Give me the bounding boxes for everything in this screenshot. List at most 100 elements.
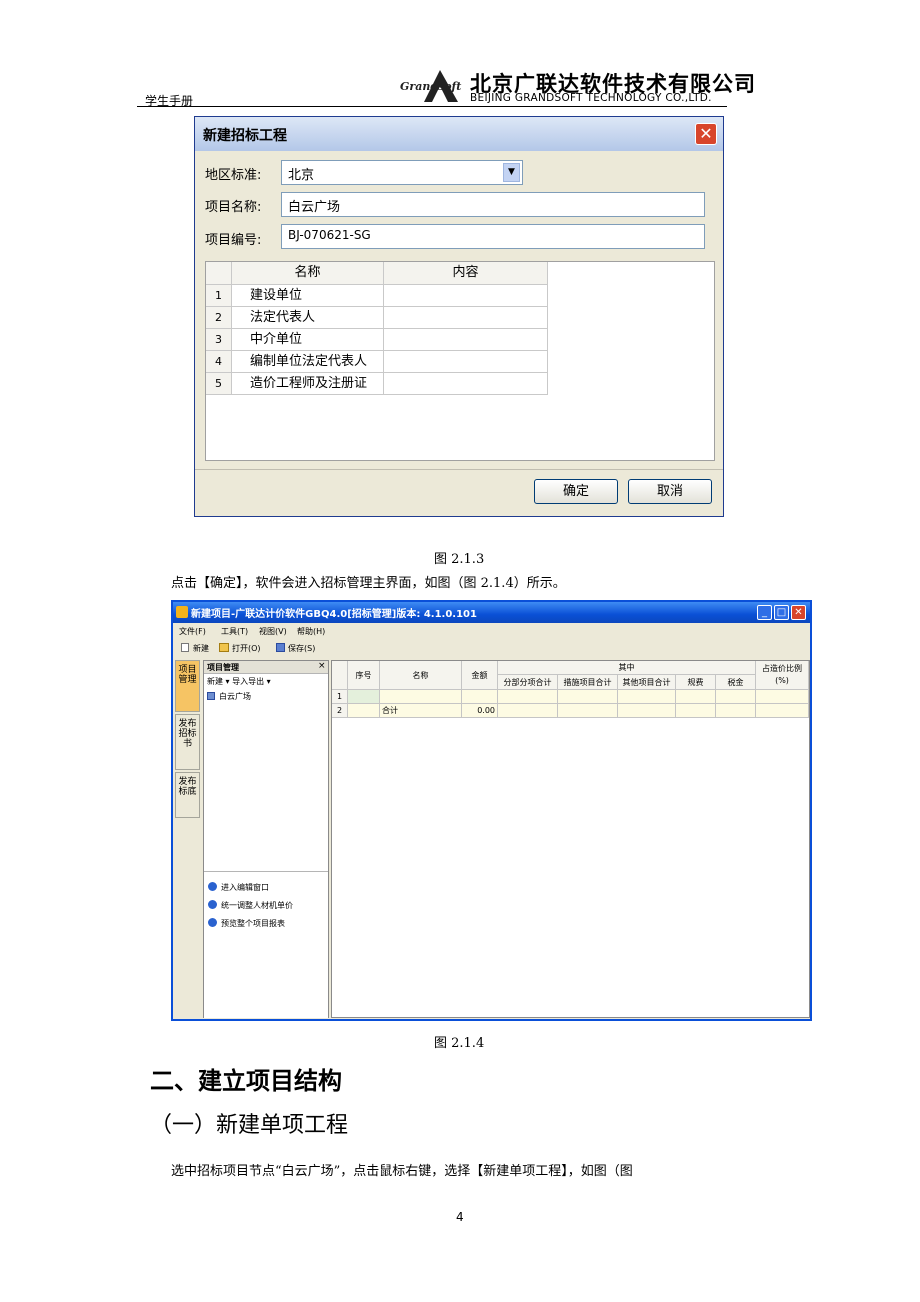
- row-number: 5: [206, 373, 232, 395]
- tab-publish-tender[interactable]: 发布招标书: [175, 714, 200, 770]
- region-label: 地区标准:: [205, 168, 262, 183]
- region-select[interactable]: 北京 ▼: [281, 160, 523, 185]
- project-node-icon: [207, 692, 215, 700]
- row-number: 3: [206, 329, 232, 351]
- project-name-input[interactable]: 白云广场: [281, 192, 705, 217]
- region-value: 北京: [288, 168, 315, 183]
- paragraph-2: 选中招标项目节点“白云广场”，点击鼠标右键，选择【新建单项工程】，如图（图: [171, 1164, 633, 1179]
- close-icon[interactable]: ×: [318, 661, 326, 671]
- cell-sub[interactable]: [676, 690, 716, 704]
- cell-ratio[interactable]: [756, 704, 809, 718]
- grid-header-name: 名称: [232, 262, 384, 285]
- close-icon[interactable]: ✕: [695, 123, 717, 145]
- open-button[interactable]: 打开(O): [232, 643, 261, 654]
- cell-ratio[interactable]: [756, 690, 809, 704]
- cell-sub[interactable]: [676, 704, 716, 718]
- task-arrow-icon: [208, 918, 217, 927]
- header-seq: 序号: [348, 661, 380, 690]
- header-rule: [137, 106, 727, 107]
- cell-sub[interactable]: [498, 704, 558, 718]
- menu-tools[interactable]: 工具(T): [221, 626, 248, 637]
- cell-name[interactable]: [380, 690, 462, 704]
- cell-seq[interactable]: [348, 690, 380, 704]
- cost-table: 序号 名称 金额 其中 分部分项合计 措施项目合计 其他项目合计 规费 税金 占…: [331, 660, 810, 1018]
- header-sub: 其他项目合计: [618, 675, 676, 690]
- row-content[interactable]: [384, 307, 548, 329]
- toolbar: 新建 打开(O) 保存(S): [173, 639, 810, 656]
- row-number: 1: [206, 285, 232, 307]
- cell-sub[interactable]: [498, 690, 558, 704]
- menu-view[interactable]: 视图(V): [259, 626, 287, 637]
- tab-project-management[interactable]: 项目管理: [175, 660, 200, 712]
- row-name[interactable]: 中介单位: [232, 329, 384, 351]
- grid-header-content: 内容: [384, 262, 548, 285]
- project-code-label: 项目编号:: [205, 233, 262, 248]
- row-name[interactable]: 法定代表人: [232, 307, 384, 329]
- window-title: 新建项目-广联达计价软件GBQ4.0[招标管理]版本: 4.1.0.101: [191, 609, 477, 620]
- grid-corner: [206, 262, 232, 285]
- project-info-grid: 名称 内容 1 建设单位 2 法定代表人 3 中介单位 4 编制单位法定代表人 …: [205, 261, 715, 461]
- row-name[interactable]: 建设单位: [232, 285, 384, 307]
- task-preview-report[interactable]: 预览整个项目报表: [208, 918, 285, 929]
- task-arrow-icon: [208, 900, 217, 909]
- header-sub: 措施项目合计: [558, 675, 618, 690]
- subsection-heading: （一）新建单项工程: [150, 1113, 349, 1138]
- cell-amount[interactable]: [462, 690, 498, 704]
- cancel-button[interactable]: 取消: [628, 479, 712, 504]
- company-name-en: BEIJING GRANDSOFT TECHNOLOGY CO.,LTD.: [470, 92, 712, 104]
- row-number: 1: [332, 690, 348, 704]
- row-content[interactable]: [384, 329, 548, 351]
- row-content[interactable]: [384, 351, 548, 373]
- figure-caption-2: 图 2.1.4: [434, 1036, 485, 1051]
- menu-file[interactable]: 文件(F): [179, 626, 206, 637]
- new-project-dialog: 新建招标工程 ✕ 地区标准: 北京 ▼ 项目名称: 白云广场 项目编号: BJ-…: [194, 116, 724, 517]
- header-group: 其中: [498, 661, 756, 675]
- task-adjust-prices[interactable]: 统一调整人材机单价: [208, 900, 293, 911]
- new-file-icon: [181, 643, 189, 652]
- row-name[interactable]: 造价工程师及注册证: [232, 373, 384, 395]
- header-amount: 金额: [462, 661, 498, 690]
- cell-sub[interactable]: [716, 704, 756, 718]
- cell-sub[interactable]: [618, 690, 676, 704]
- dialog-separator: [195, 469, 723, 470]
- new-button[interactable]: 新建: [193, 643, 209, 654]
- panel-header: 项目管理 ×: [204, 661, 328, 674]
- cell-amount[interactable]: 0.00: [462, 704, 498, 718]
- row-number: 4: [206, 351, 232, 373]
- cell-sub[interactable]: [558, 704, 618, 718]
- panel-toolbar[interactable]: 新建 ▾ 导入导出 ▾: [207, 676, 271, 687]
- header-name: 名称: [380, 661, 462, 690]
- menu-help[interactable]: 帮助(H): [297, 626, 325, 637]
- maximize-icon[interactable]: □: [774, 605, 789, 620]
- save-button[interactable]: 保存(S): [288, 643, 315, 654]
- open-folder-icon: [219, 643, 229, 652]
- cell-sub[interactable]: [558, 690, 618, 704]
- row-content[interactable]: [384, 285, 548, 307]
- cell-sub[interactable]: [618, 704, 676, 718]
- header-sub: 分部分项合计: [498, 675, 558, 690]
- row-name[interactable]: 编制单位法定代表人: [232, 351, 384, 373]
- cell-name[interactable]: 合计: [380, 704, 462, 718]
- table-corner: [332, 661, 348, 690]
- chevron-down-icon[interactable]: ▼: [503, 163, 520, 182]
- task-arrow-icon: [208, 882, 217, 891]
- cell-seq[interactable]: [348, 704, 380, 718]
- minimize-icon[interactable]: _: [757, 605, 772, 620]
- logo-text: Grandsoft: [400, 80, 461, 93]
- row-number: 2: [206, 307, 232, 329]
- cell-sub[interactable]: [716, 690, 756, 704]
- page-number: 4: [456, 1210, 464, 1224]
- project-name-label: 项目名称:: [205, 200, 262, 215]
- close-icon[interactable]: ✕: [791, 605, 806, 620]
- task-open-editor[interactable]: 进入编辑窗口: [208, 882, 269, 893]
- figure-caption-1: 图 2.1.3: [434, 552, 485, 567]
- ok-button[interactable]: 确定: [534, 479, 618, 504]
- tree-item-project[interactable]: 白云广场: [219, 691, 251, 702]
- row-content[interactable]: [384, 373, 548, 395]
- save-icon: [276, 643, 285, 652]
- window-titlebar: 新建项目-广联达计价软件GBQ4.0[招标管理]版本: 4.1.0.101 _ …: [173, 602, 810, 623]
- tab-publish-base[interactable]: 发布标底: [175, 772, 200, 818]
- dialog-titlebar: 新建招标工程 ✕: [195, 117, 723, 151]
- project-code-input[interactable]: BJ-070621-SG: [281, 224, 705, 249]
- header-ratio: 占造价比例(%): [756, 661, 809, 690]
